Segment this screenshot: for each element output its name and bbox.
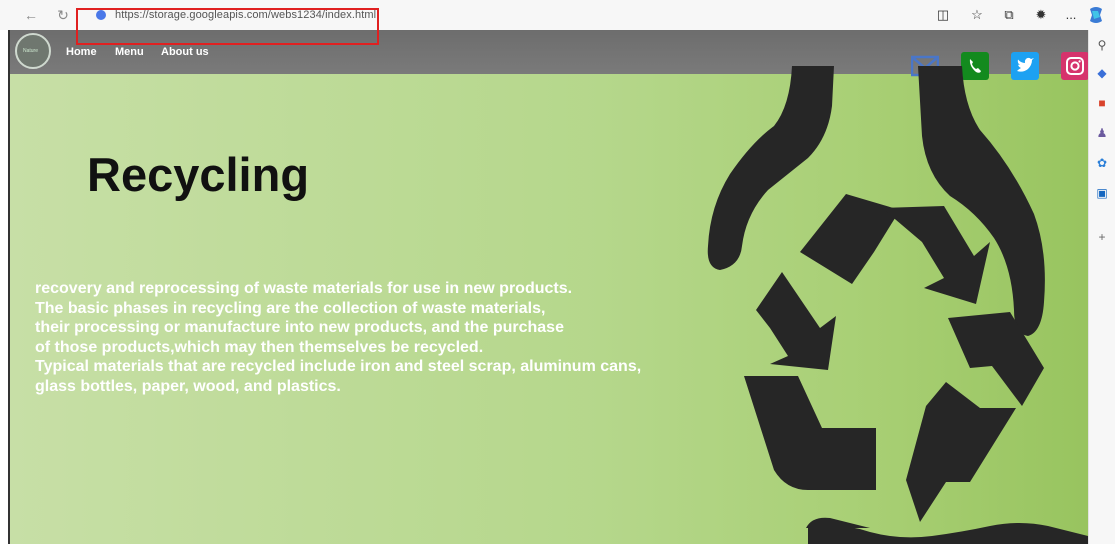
back-arrow-icon[interactable]: ← <box>22 6 40 24</box>
search-icon[interactable]: ⚲ <box>1095 38 1109 52</box>
extension-icon[interactable]: ✹ <box>1032 6 1050 24</box>
reload-icon[interactable]: ↻ <box>54 6 72 24</box>
description-text: recovery and reprocessing of waste mater… <box>35 279 755 396</box>
description-line: Typical materials that are recycled incl… <box>35 358 642 375</box>
collections-icon[interactable]: ⧉ <box>1000 6 1018 24</box>
outlook-icon[interactable]: ▣ <box>1095 186 1109 200</box>
bottom-hand-thumb <box>806 517 870 528</box>
description-line: The basic phases in recycling are the co… <box>35 299 546 317</box>
description-line: their processing or manufacture into new… <box>35 319 564 336</box>
edge-sidebar: ⚲ ◆ ■ ♟ ✿ ▣ + <box>1088 30 1115 544</box>
recycle-arrow-top-right <box>882 206 990 304</box>
description-line: of those products,which may then themsel… <box>35 338 484 356</box>
people-icon[interactable]: ♟ <box>1095 126 1109 140</box>
tag-icon[interactable]: ◆ <box>1095 66 1109 80</box>
logo-text: Nature <box>23 48 39 54</box>
nav-link-about[interactable]: About us <box>161 46 209 58</box>
toolbox-icon[interactable]: ■ <box>1095 96 1109 110</box>
add-icon[interactable]: + <box>1095 230 1109 244</box>
window-edge <box>0 30 10 544</box>
read-aloud-icon[interactable]: ◫ <box>934 6 952 24</box>
description-line: glass bottles, paper, wood, and plastics… <box>35 377 341 395</box>
recycle-arrow-top <box>800 194 900 284</box>
more-menu-icon[interactable]: ... <box>1062 6 1080 24</box>
site-logo[interactable]: Nature <box>15 33 51 69</box>
top-right-hand <box>918 66 1045 336</box>
url-highlight-box <box>76 8 379 45</box>
favorites-icon[interactable]: ☆ <box>968 6 986 24</box>
recycling-hands-illustration <box>707 66 1088 544</box>
page-title: Recycling <box>87 148 310 201</box>
nav-link-menu[interactable]: Menu <box>115 46 144 58</box>
copilot-icon[interactable] <box>1086 5 1106 25</box>
webpage: Nature Home Menu About us Recycling reco… <box>10 30 1088 544</box>
recycle-arrow-left <box>756 272 836 370</box>
recycle-arrow-bottom-right <box>906 382 1016 522</box>
description-line: recovery and reprocessing of waste mater… <box>35 280 573 297</box>
office-icon[interactable]: ✿ <box>1095 156 1109 170</box>
recycle-arrow-bottom-left <box>744 376 876 490</box>
nav-link-home[interactable]: Home <box>66 46 97 58</box>
